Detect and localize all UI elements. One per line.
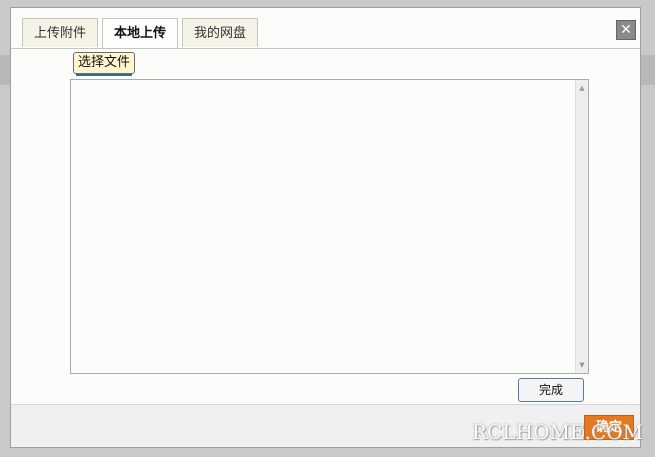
done-button[interactable]: 完成 [518,378,584,402]
tab-bar: 上传附件 本地上传 我的网盘 [22,18,262,49]
close-icon[interactable]: ✕ [616,20,636,40]
upload-dialog: 上传附件 本地上传 我的网盘 ✕ 选择文件 ▲ ▼ 完成 确定 [10,7,641,448]
focus-underline [76,74,133,76]
tab-divider [11,48,640,49]
scroll-up-icon[interactable]: ▲ [576,82,588,94]
vertical-scrollbar[interactable]: ▲ ▼ [575,80,588,373]
upload-file-list[interactable]: ▲ ▼ [70,79,589,374]
choose-file-button[interactable]: 选择文件 [73,52,136,76]
tab-upload-attachment[interactable]: 上传附件 [22,18,99,47]
tab-local-upload[interactable]: 本地上传 [102,18,179,49]
watermark: RCLHOME.COM [472,420,644,444]
tab-my-netdisk[interactable]: 我的网盘 [182,18,259,47]
scroll-down-icon[interactable]: ▼ [576,359,588,371]
choose-file-label: 选择文件 [78,55,131,70]
